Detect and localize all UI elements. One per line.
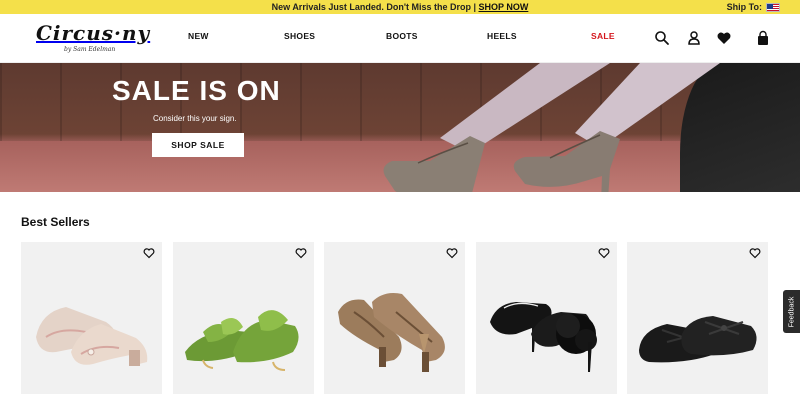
wishlist-heart-icon[interactable] <box>716 30 732 46</box>
brand-logo[interactable]: Circus·ny by Sam Edelman <box>36 21 151 58</box>
hero-subtitle: Consider this your sign. <box>153 114 237 123</box>
logo-wordmark: Circus·ny <box>36 21 151 45</box>
product-image-tan-loafer-pumps <box>338 293 445 372</box>
product-image-black-feather-mules <box>490 302 597 372</box>
product-image-black-mary-janes <box>639 316 757 363</box>
product-image-green-mules <box>185 310 299 371</box>
cart-bag-icon[interactable] <box>755 30 771 46</box>
feedback-label: Feedback <box>788 296 795 327</box>
hero-title: SALE IS ON <box>112 75 281 106</box>
ship-to-selector[interactable]: Ship To: <box>727 0 780 14</box>
nav-item-boots[interactable]: BOOTS <box>386 31 418 41</box>
announcement-text: New Arrivals Just Landed. Don't Miss the… <box>271 2 479 12</box>
us-flag-icon <box>766 2 780 12</box>
nav-item-new[interactable]: NEW <box>188 31 209 41</box>
wishlist-heart-outline-icon[interactable] <box>749 246 761 259</box>
announcement-bar: New Arrivals Just Landed. Don't Miss the… <box>0 0 800 14</box>
announcement-message: New Arrivals Just Landed. Don't Miss the… <box>0 0 800 14</box>
nav-item-sale[interactable]: SALE <box>591 31 615 41</box>
best-sellers-heading: Best Sellers <box>21 215 90 229</box>
shop-sale-button[interactable]: SHOP SALE <box>152 133 244 157</box>
nav-item-shoes[interactable]: SHOES <box>284 31 315 41</box>
wishlist-heart-outline-icon[interactable] <box>446 246 458 259</box>
ship-to-label: Ship To: <box>726 2 762 12</box>
product-image-tweed-pumps <box>36 307 148 366</box>
hero-banner[interactable]: SALE IS ON Consider this your sign. SHOP… <box>0 63 800 192</box>
nav-item-heels[interactable]: HEELS <box>487 31 517 41</box>
product-card-tan-loafer-pumps[interactable] <box>324 242 465 394</box>
feedback-tab[interactable]: Feedback <box>783 290 800 333</box>
product-card-black-mary-janes[interactable] <box>627 242 768 394</box>
logo-byline: by Sam Edelman <box>64 46 116 53</box>
site-header: Circus·ny by Sam Edelman NEW SHOES BOOTS… <box>0 14 800 63</box>
wishlist-heart-outline-icon[interactable] <box>143 246 155 259</box>
product-card-green-mules[interactable] <box>173 242 314 394</box>
product-card-black-feather-mules[interactable] <box>476 242 617 394</box>
search-icon[interactable] <box>654 30 670 46</box>
wishlist-heart-outline-icon[interactable] <box>295 246 307 259</box>
wishlist-heart-outline-icon[interactable] <box>598 246 610 259</box>
account-icon[interactable] <box>686 30 702 46</box>
product-card-tweed-pumps[interactable] <box>21 242 162 394</box>
shop-now-link[interactable]: SHOP NOW <box>479 2 529 12</box>
